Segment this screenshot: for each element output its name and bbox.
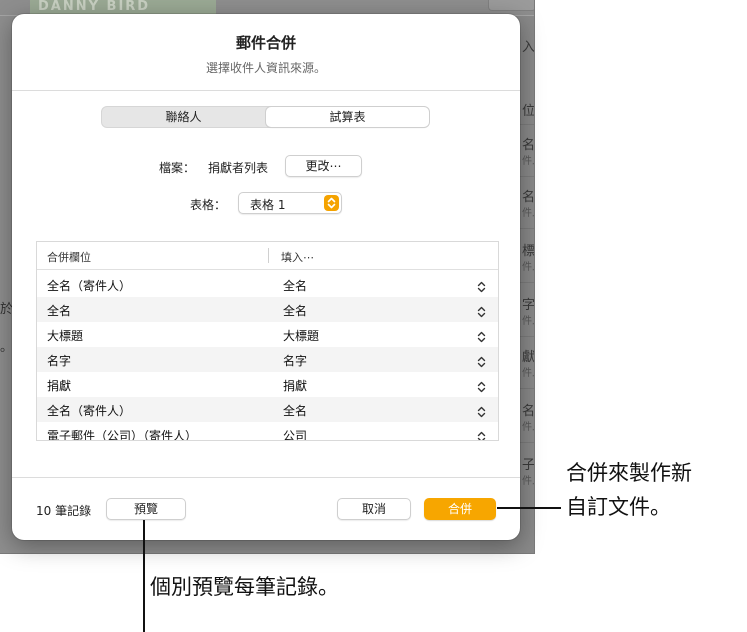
background-side-subtext: 件人	[522, 316, 534, 327]
row-value: 公司	[283, 429, 308, 441]
background-tab	[488, 0, 534, 11]
background-logo: DANNY BIRD	[30, 0, 216, 14]
cancel-button[interactable]: 取消	[337, 498, 411, 520]
background-separator	[518, 442, 534, 443]
file-label: 檔案：	[159, 161, 196, 175]
row-field: 大標題	[47, 329, 84, 343]
change-file-button[interactable]: 更改⋯	[285, 155, 362, 177]
table-header: 合併欄位 填入⋯	[37, 242, 498, 270]
dialog-subtitle: 選擇收件人資訊來源。	[205, 61, 326, 75]
row-field: 捐獻	[47, 379, 72, 393]
column-divider	[268, 248, 269, 263]
background-side-subtext: 件人	[522, 422, 534, 433]
background-side-text: 字	[522, 298, 535, 313]
table-row: 大標題 大標題	[37, 322, 498, 347]
header-divider	[12, 90, 520, 91]
table-row: 全名（寄件人） 全名	[37, 397, 498, 422]
row-value: 捐獻	[283, 379, 308, 393]
chevron-up-down-icon[interactable]	[477, 278, 486, 297]
mail-merge-dialog: 郵件合併 選擇收件人資訊來源。 聯絡人 試算表 檔案： 捐獻者列表 更改⋯ 表格…	[12, 14, 520, 540]
row-field: 全名（寄件人）	[47, 404, 132, 418]
record-count: 10 筆記錄	[36, 504, 92, 518]
chevron-up-down-icon[interactable]	[477, 403, 486, 422]
column-header-fill-with: 填入⋯	[281, 251, 314, 264]
row-field: 全名（寄件人）	[47, 279, 132, 293]
table-row: 全名 全名	[37, 297, 498, 322]
table-label: 表格：	[190, 198, 227, 212]
row-field: 電子郵件（公司）（寄件人）	[47, 429, 198, 441]
chevron-up-down-icon[interactable]	[477, 378, 486, 397]
table-row: 全名（寄件人） 全名	[37, 272, 498, 297]
chevron-up-down-icon[interactable]	[477, 353, 486, 372]
table-row: 名字 名字	[37, 347, 498, 372]
background-side-text: 名	[522, 404, 535, 419]
table-select[interactable]: 表格 1	[238, 192, 342, 214]
background-side-text: 標	[522, 244, 535, 259]
table-row: 捐獻 捐獻	[37, 372, 498, 397]
footer-divider	[12, 477, 520, 478]
row-value: 全名	[283, 404, 308, 418]
merge-button[interactable]: 合併	[424, 498, 496, 520]
row-field: 全名	[47, 304, 72, 318]
preview-callout: 個別預覽每筆記錄。	[150, 575, 339, 599]
merge-callout-line	[497, 507, 561, 509]
background-separator	[518, 336, 534, 337]
background-side-text: 子	[522, 458, 535, 473]
background-side-subtext: 件人	[522, 262, 534, 273]
background-side-text: 名	[522, 138, 535, 153]
tab-contacts[interactable]: 聯絡人	[102, 107, 265, 127]
row-value: 全名	[283, 304, 308, 318]
row-value: 全名	[283, 279, 308, 293]
preview-callout-line	[143, 520, 145, 632]
preview-button[interactable]: 預覽	[106, 498, 186, 520]
chevron-up-down-icon	[324, 195, 339, 211]
background-side-text: 位	[522, 104, 535, 119]
source-segmented-control: 聯絡人 試算表	[101, 106, 429, 128]
table-row: 電子郵件（公司）（寄件人） 公司	[37, 422, 498, 441]
background-side-subtext: 件人	[522, 368, 534, 379]
background-separator	[518, 388, 534, 389]
background-side-subtext: 件人	[522, 208, 534, 219]
dialog-title: 郵件合併	[235, 34, 296, 52]
tab-spreadsheet[interactable]: 試算表	[266, 107, 429, 127]
background-side-text: 入人	[522, 40, 535, 55]
background-separator	[518, 228, 534, 229]
chevron-up-down-icon[interactable]	[477, 428, 486, 440]
row-value: 名字	[283, 354, 308, 368]
background-side-subtext: 件人	[522, 476, 534, 487]
file-name: 捐獻者列表	[208, 161, 269, 175]
merge-fields-table: 合併欄位 填入⋯ 全名（寄件人） 全名 全名 全名 大標題 大標題 名字 名字 …	[36, 241, 499, 441]
background-separator	[518, 282, 534, 283]
background-separator	[518, 176, 534, 177]
merge-callout-line1: 合併來製作新	[566, 461, 692, 485]
table-select-value: 表格 1	[250, 198, 286, 212]
chevron-up-down-icon[interactable]	[477, 328, 486, 347]
background-separator	[518, 124, 534, 125]
background-side-text: 名	[522, 190, 535, 205]
column-header-merge-field: 合併欄位	[47, 251, 91, 264]
background-side-text: 獻	[522, 350, 535, 365]
row-field: 名字	[47, 354, 72, 368]
merge-callout-line2: 自訂文件。	[566, 495, 671, 519]
background-side-subtext: 件人	[522, 156, 534, 167]
row-value: 大標題	[283, 329, 320, 343]
chevron-up-down-icon[interactable]	[477, 303, 486, 322]
